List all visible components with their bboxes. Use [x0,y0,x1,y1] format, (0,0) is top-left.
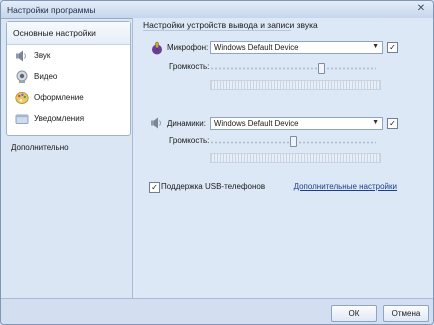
speakers-label: Динамики: [167,119,206,128]
sidebar-item-video[interactable]: Видео [11,68,127,86]
microphone-volume-track[interactable] [210,66,376,71]
speakers-volume-label: Громкость: [169,136,210,145]
sidebar-extra[interactable]: Дополнительно [11,143,69,152]
sidebar-item-appearance[interactable]: Оформление [11,89,127,107]
speakers-level-meter [210,153,381,163]
sidebar-item-label: Видео [34,72,58,81]
chevron-down-icon: ▼ [372,119,379,126]
speaker-icon [16,50,26,62]
speakers-volume-thumb[interactable] [290,136,297,147]
title-bar: Настройки программы ✕ [1,1,433,19]
usb-phones-checkbox[interactable]: ✓ [149,182,160,193]
sidebar-header-label: Основные настройки [13,28,96,38]
usb-phones-label: Поддержка USB-телефонов [161,182,266,191]
ok-button[interactable]: ОК [331,305,377,322]
notifications-icon [15,114,29,124]
microphone-icon [152,41,162,55]
section-divider [143,30,291,31]
cancel-button[interactable]: Отмена [383,305,429,322]
sidebar: Основные настройки Звук Видео Оформление… [4,21,131,297]
microphone-enable-checkbox[interactable]: ✓ [387,42,398,53]
section-title: Настройки устройств вывода и записи звук… [143,20,318,30]
speaker-icon [151,117,161,129]
speakers-enable-checkbox[interactable]: ✓ [387,118,398,129]
sidebar-header[interactable]: Основные настройки [7,22,130,45]
advanced-settings-link[interactable]: Дополнительные настройки [294,182,397,191]
microphone-volume-label: Громкость: [169,62,210,71]
sidebar-item-sound[interactable]: Звук [11,47,127,65]
sidebar-nav: Основные настройки Звук Видео Оформление… [6,21,131,136]
close-icon[interactable]: ✕ [415,4,427,14]
speakers-device-select[interactable]: Windows Default Device ▼ [210,117,383,130]
window-title: Настройки программы [7,5,96,15]
microphone-volume-thumb[interactable] [318,63,326,74]
settings-content: Настройки устройств вывода и записи звук… [133,18,433,298]
speakers-device-value: Windows Default Device [214,119,299,128]
microphone-device-select[interactable]: Windows Default Device ▼ [210,41,383,54]
palette-icon [15,92,29,104]
sidebar-item-notifications[interactable]: Уведомления [11,110,127,128]
chevron-down-icon: ▼ [372,43,379,50]
settings-window: Настройки программы ✕ Основные настройки… [0,0,434,325]
sidebar-item-label: Оформление [34,93,84,102]
microphone-label: Микрофон: [167,43,209,52]
webcam-icon [16,70,28,83]
dialog-footer: ОК Отмена [1,298,433,324]
sidebar-item-label: Звук [34,51,51,60]
sidebar-item-label: Уведомления [34,114,85,123]
microphone-device-value: Windows Default Device [214,43,299,52]
microphone-level-meter [210,80,381,90]
